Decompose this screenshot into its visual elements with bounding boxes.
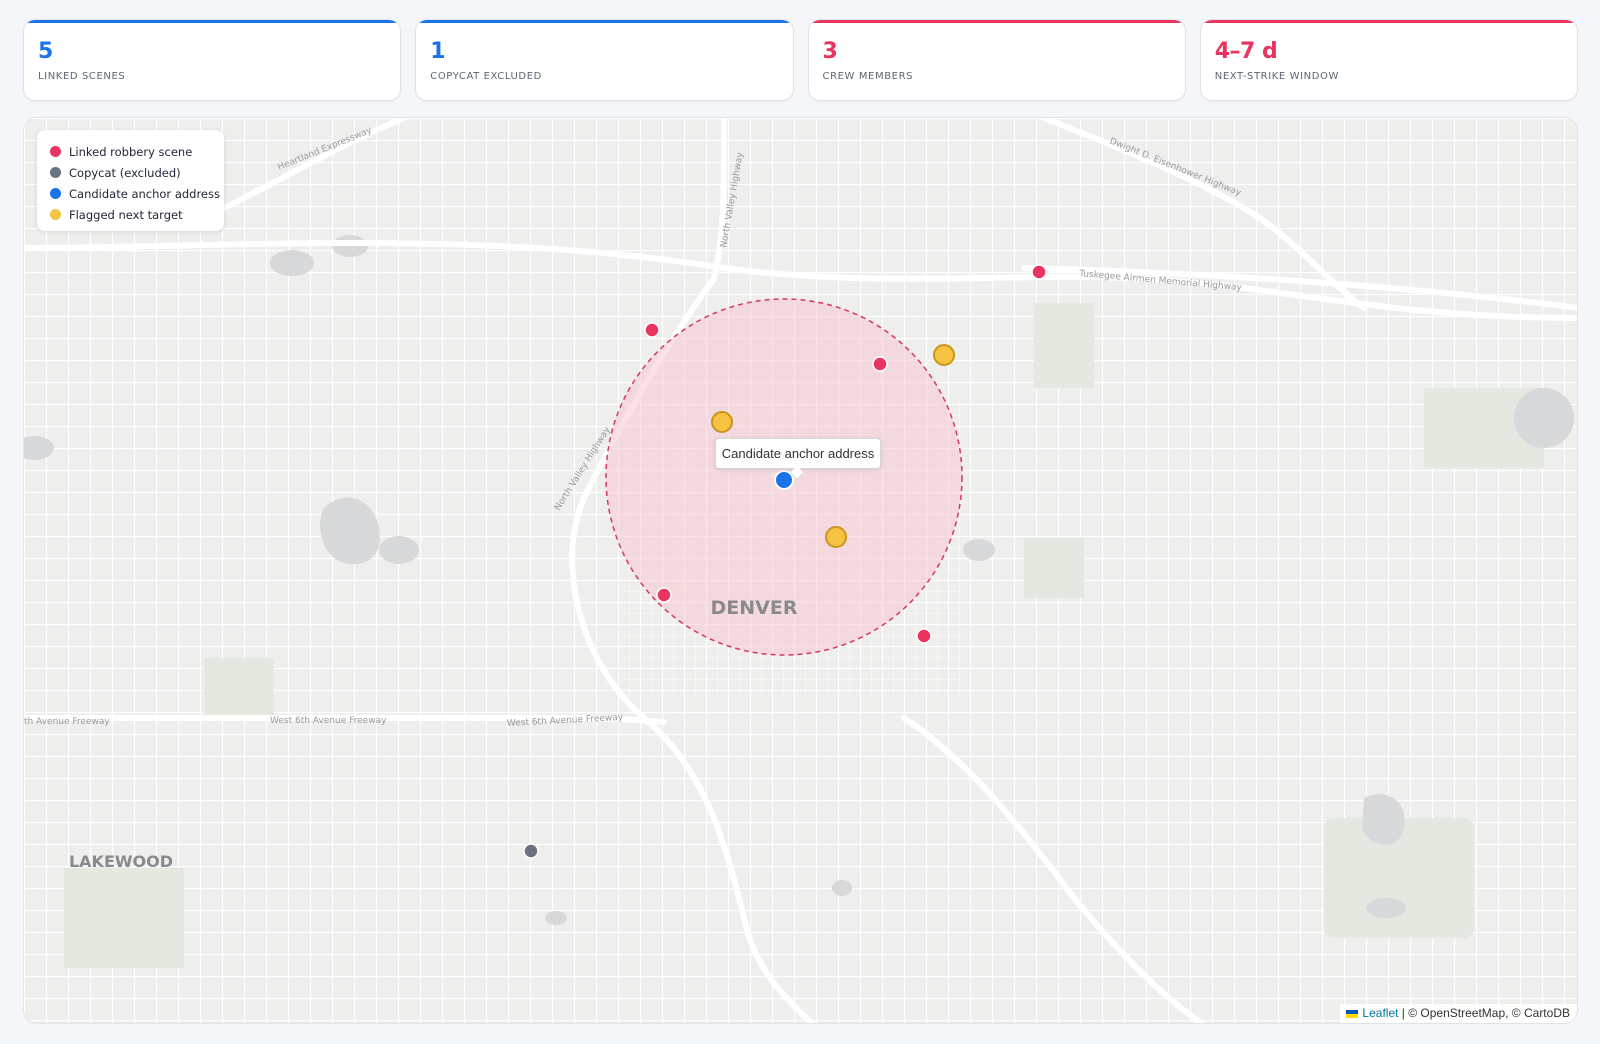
park [1024,538,1084,598]
stat-value: 1 [430,39,446,64]
flagged-target-marker[interactable] [825,526,847,548]
park [1034,303,1094,388]
robbery-scene-marker[interactable] [872,356,888,372]
label-sixth-avenue-2: West 6th Avenue Freeway [270,716,387,726]
legend-label: Copycat (excluded) [69,165,181,180]
stat-value: 3 [822,39,838,64]
legend-label: Flagged next target [69,207,183,222]
map-container[interactable]: DENVER LAKEWOOD Heartland Expressway Nor… [23,117,1578,1024]
park [64,868,184,968]
stats-row: 5 Linked Scenes 1 Copycat Excluded 3 Cre… [23,19,1578,101]
basemap[interactable]: DENVER LAKEWOOD Heartland Expressway Nor… [24,118,1578,1024]
copycat-marker[interactable] [523,843,539,859]
robbery-scene-marker[interactable] [656,587,672,603]
legend-dot-icon [50,209,61,220]
stat-value: 4–7 d [1214,39,1278,64]
park [204,658,274,718]
map-legend: Linked robbery scene Copycat (excluded) … [37,130,224,231]
stat-value: 5 [38,39,53,64]
stat-label: Copycat Excluded [430,71,542,82]
stat-card-copycat-excluded: 1 Copycat Excluded [415,19,794,101]
stat-accent-bar [808,20,1185,23]
stat-card-next-strike-window: 4–7 d Next-Strike Window [1199,19,1578,101]
lake [379,536,419,564]
robbery-scene-marker[interactable] [644,322,660,338]
stat-accent-bar [1200,20,1577,23]
legend-item-robbery-scene: Linked robbery scene [50,141,224,162]
stat-label: Next-Strike Window [1214,71,1340,82]
lake [832,880,852,896]
robbery-scene-marker[interactable] [916,628,932,644]
flagged-target-marker[interactable] [711,411,733,433]
stat-accent-bar [416,20,793,23]
legend-dot-icon [50,146,61,157]
lake [1366,898,1406,918]
legend-dot-icon [50,188,61,199]
stat-card-linked-scenes: 5 Linked Scenes [23,19,402,101]
lake [1514,388,1574,448]
ukraine-flag-icon [1346,1009,1359,1018]
lake [963,539,995,561]
stat-label: Crew Members [822,71,914,82]
legend-dot-icon [50,167,61,178]
label-denver: DENVER [711,597,798,619]
map-attribution: Leaflet | © OpenStreetMap, © CartoDB [1340,1004,1577,1023]
stat-label: Linked Scenes [38,71,126,82]
legend-item-anchor: Candidate anchor address [50,183,224,204]
label-lakewood: LAKEWOOD [69,852,173,871]
lake [545,911,567,925]
legend-item-target: Flagged next target [50,204,224,225]
lake [270,250,314,276]
anchor-tooltip: Candidate anchor address [715,438,881,469]
stat-accent-bar [24,20,401,23]
legend-label: Candidate anchor address [69,186,220,201]
robbery-scene-marker[interactable] [1031,264,1047,280]
legend-item-copycat: Copycat (excluded) [50,162,224,183]
label-sixth-avenue-1: th Avenue Freeway [24,717,110,727]
legend-label: Linked robbery scene [69,144,193,159]
stat-card-crew-members: 3 Crew Members [807,19,1186,101]
attribution-text: | © OpenStreetMap, © CartoDB [1398,1006,1570,1020]
leaflet-link[interactable]: Leaflet [1362,1004,1398,1023]
flagged-target-marker[interactable] [933,344,955,366]
